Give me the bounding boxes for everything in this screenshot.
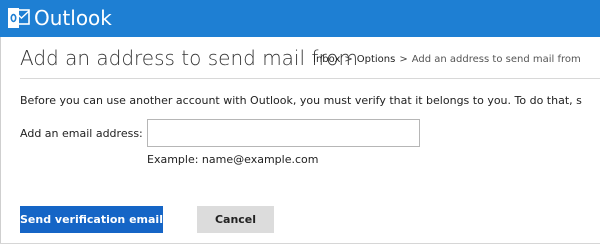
title-divider xyxy=(20,78,600,79)
breadcrumb: Inbox > Options > Add an address to send mai… xyxy=(313,53,581,67)
email-field[interactable] xyxy=(147,119,420,147)
email-example-hint: Example: name@example.com xyxy=(147,153,319,166)
app-brand-name[interactable]: Outlook xyxy=(34,5,112,31)
breadcrumb-current: Add an address to send mail from xyxy=(411,54,581,65)
app-header: Outlook xyxy=(0,0,600,37)
page-title: Add an address to send mail from xyxy=(20,46,358,70)
breadcrumb-separator: > xyxy=(399,54,408,65)
breadcrumb-separator: > xyxy=(344,54,353,65)
email-field-label: Add an email address: xyxy=(20,127,143,140)
verification-description: Before you can use another account with … xyxy=(20,94,582,107)
breadcrumb-inbox-link[interactable]: Inbox xyxy=(313,54,340,65)
outlook-logo-icon xyxy=(8,8,30,28)
cancel-button[interactable]: Cancel xyxy=(197,206,274,233)
send-verification-button[interactable]: Send verification email xyxy=(20,206,163,233)
breadcrumb-options-link[interactable]: Options xyxy=(357,54,396,65)
window-frame-left xyxy=(0,37,1,244)
